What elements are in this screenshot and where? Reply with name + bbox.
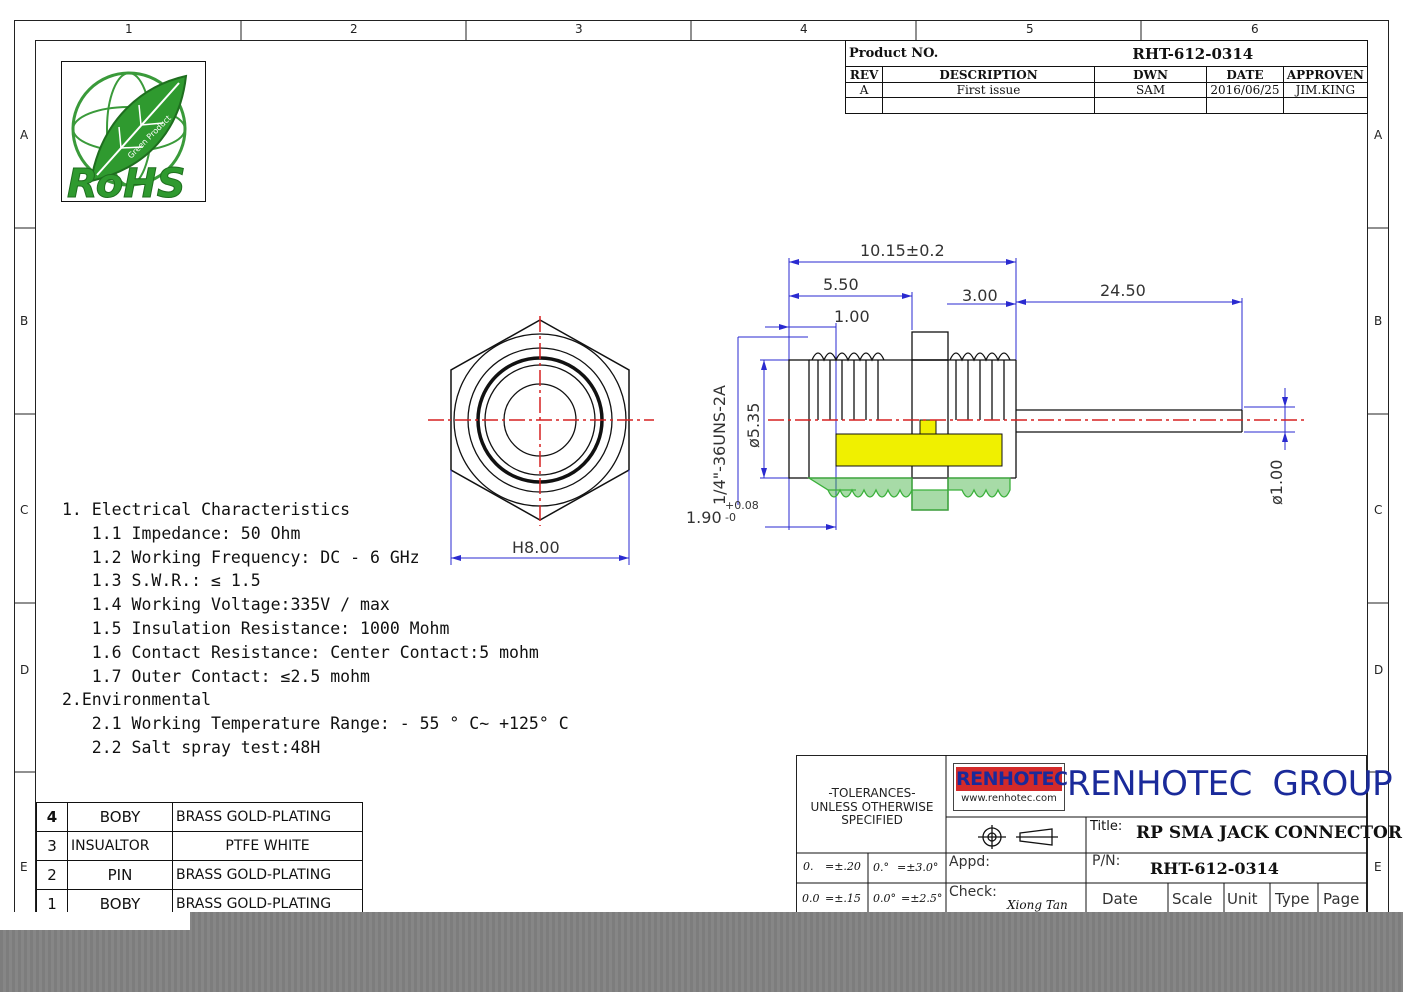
footer-type-label: Type	[1275, 890, 1310, 908]
pn-label: P/N:	[1092, 853, 1121, 869]
tol-linear-2-value: =±.15	[825, 892, 861, 905]
bom-part: PIN	[67, 860, 173, 890]
description-header: DESCRIPTION	[882, 66, 1095, 83]
scan-cutoff-band	[0, 912, 1403, 992]
footer-unit-label: Unit	[1227, 890, 1258, 908]
part-number: RHT-612-0314	[1150, 859, 1279, 878]
renhotec-logo-url: www.renhotec.com	[961, 793, 1057, 804]
spec-line: 2.1 Working Temperature Range: - 55 ° C~…	[62, 714, 569, 734]
tol-angle-1-value: =±3.0°	[897, 861, 939, 874]
footer-page-label: Page	[1323, 890, 1360, 908]
specifications: 1. Electrical Characteristics 1.1 Impeda…	[62, 498, 569, 760]
rev-header: REV	[844, 66, 884, 83]
date-value: 2016/06/25	[1206, 82, 1284, 98]
dim-5-50: 5.50	[823, 275, 859, 294]
bom-material: PTFE WHITE	[172, 831, 363, 861]
spec-line: 1.2 Working Frequency: DC - 6 GHz	[62, 547, 420, 567]
tolerances-line: -TOLERANCES-	[828, 786, 916, 800]
dwn-header: DWN	[1093, 66, 1208, 83]
bom-material: BRASS GOLD-PLATING	[172, 802, 363, 832]
description-value: First issue	[882, 82, 1095, 98]
footer-scale-label: Scale	[1172, 890, 1213, 908]
spec-line: 1. Electrical Characteristics	[62, 500, 351, 519]
bom-no: 2	[36, 860, 68, 890]
approven-value: JIM.KING	[1282, 82, 1369, 98]
spec-line: 1.5 Insulation Resistance: 1000 Mohm	[62, 618, 450, 638]
dim-pin-length: 24.50	[1100, 281, 1146, 300]
check-label: Check:	[949, 884, 997, 900]
dim-diameter: ø5.35	[744, 402, 763, 448]
dwn-value: SAM	[1093, 82, 1208, 98]
date-header: DATE	[1206, 66, 1284, 83]
checker-name: Xiong Tan	[1007, 898, 1068, 912]
dim-1-00: 1.00	[834, 307, 870, 326]
rohs-logo: RoHS Green Product	[61, 61, 206, 202]
product-no-label: Product NO.	[845, 40, 1095, 67]
dim-3-00: 3.00	[962, 286, 998, 305]
tolerances-line: UNLESS OTHERWISE	[810, 799, 934, 814]
tol-linear-2: 0.0	[802, 892, 820, 905]
product-no-value: RHT-612-0314	[1094, 40, 1369, 67]
bom-row: 3 INSUALTOR PTFE WHITE	[36, 831, 363, 861]
bom-part: BOBY	[67, 802, 173, 832]
dim-pin-diameter: ø1.00	[1267, 459, 1286, 505]
bottom-white-notch	[0, 912, 190, 930]
projection-symbol	[978, 825, 1058, 849]
bom-row: 2 PIN BRASS GOLD-PLATING	[36, 860, 363, 890]
spec-line: 2.2 Salt spray test:48H	[62, 737, 321, 757]
appd-label: Appd:	[949, 854, 990, 870]
tol-angle-1: 0.°	[873, 861, 889, 874]
tol-linear-1: 0.	[803, 860, 814, 873]
tol-angle-2-value: =±2.5°	[901, 892, 943, 905]
bom-material: BRASS GOLD-PLATING	[172, 860, 363, 890]
footer-date-label: Date	[1102, 890, 1138, 908]
spec-line: 1.1 Impedance: 50 Ohm	[62, 523, 301, 543]
title-label: Title:	[1090, 819, 1123, 834]
side-view-drawing	[737, 258, 1305, 530]
company-name: RENHOTEC GROUP	[1067, 764, 1393, 804]
drawing-title: RP SMA JACK CONNECTOR	[1136, 823, 1402, 843]
rev-value: A	[844, 82, 884, 98]
revision-block: Product NO. RHT-612-0314 REV DESCRIPTION…	[844, 40, 1369, 114]
tol-angle-2: 0.0°	[873, 892, 896, 905]
tolerances-line: SPECIFIED	[841, 813, 903, 827]
bom-row: 4 BOBY BRASS GOLD-PLATING	[36, 802, 363, 832]
bom-no: 3	[36, 831, 68, 861]
spec-line: 2.Environmental	[62, 690, 212, 710]
tol-linear-1-value: =±.20	[825, 860, 861, 873]
dim-overall: 10.15±0.2	[860, 241, 945, 260]
spec-line: 1.6 Contact Resistance: Center Contact:5…	[62, 642, 539, 662]
spec-line: 1.7 Outer Contact: ≤2.5 mohm	[62, 666, 370, 686]
rohs-main-text: RoHS	[67, 161, 186, 202]
dim-thread: 1/4"-36UNS-2A	[710, 385, 729, 505]
tolerances-heading: -TOLERANCES- UNLESS OTHERWISE SPECIFIED	[798, 786, 946, 828]
dim-flange: 1.90	[686, 508, 722, 527]
bom-table: 4 BOBY BRASS GOLD-PLATING 3 INSUALTOR PT…	[36, 802, 363, 919]
bom-no: 4	[36, 802, 68, 832]
renhotec-logo-text: RENHOTEC	[956, 767, 1068, 791]
bom-part: INSUALTOR	[67, 831, 173, 861]
approven-header: APPROVEN	[1282, 66, 1369, 83]
spec-line: 1.3 S.W.R.: ≤ 1.5	[62, 571, 261, 591]
renhotec-logo: RENHOTEC www.renhotec.com	[953, 763, 1068, 811]
dim-flange-tol-minus: -0	[725, 511, 736, 524]
spec-line: 1.4 Working Voltage:335V / max	[62, 595, 390, 615]
